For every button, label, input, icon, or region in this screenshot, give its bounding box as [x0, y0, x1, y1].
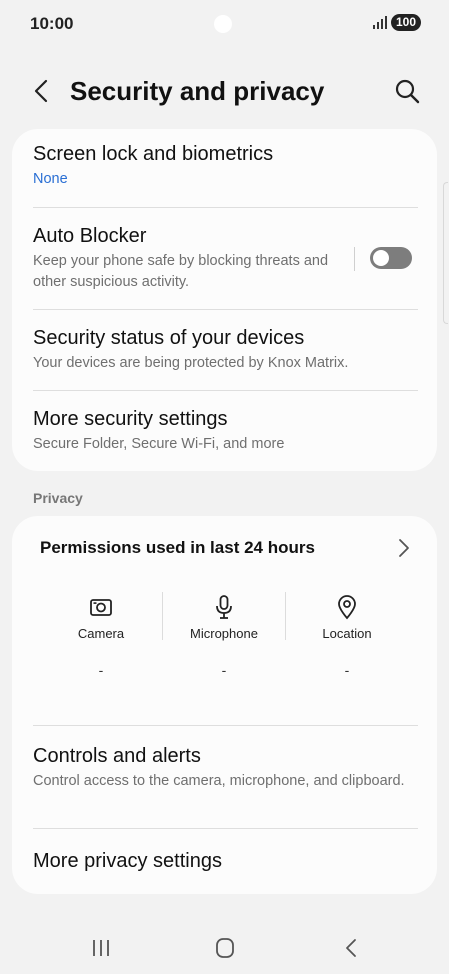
- battery-indicator: 100: [391, 14, 421, 31]
- item-title: Screen lock and biometrics: [33, 143, 274, 165]
- item-subtitle: Keep your phone safe by blocking threats…: [33, 253, 329, 290]
- auto-blocker-item[interactable]: Auto Blocker Keep your phone safe by blo…: [33, 225, 343, 293]
- location-icon: [338, 595, 356, 620]
- scrollbar[interactable]: [443, 182, 448, 324]
- permission-label: Camera: [77, 626, 125, 641]
- item-subtitle: Your devices are being protected by Knox…: [33, 355, 349, 371]
- permission-location[interactable]: Location: [287, 594, 407, 641]
- permission-value-microphone: -: [221, 662, 227, 678]
- item-title: Security status of your devices: [33, 327, 305, 349]
- app-header: Security and privacy: [0, 62, 449, 122]
- toggle-separator: [354, 247, 355, 271]
- permissions-header[interactable]: Permissions used in last 24 hours: [40, 538, 315, 558]
- item-title: Controls and alerts: [33, 745, 201, 767]
- permission-label: Location: [322, 626, 372, 641]
- permission-value-location: -: [344, 662, 350, 678]
- privacy-card: Permissions used in last 24 hours Camera…: [12, 516, 437, 894]
- status-bar: 10:00 100: [0, 0, 449, 48]
- screen-lock-item[interactable]: Screen lock and biometrics None: [33, 143, 423, 190]
- permission-camera[interactable]: Camera: [41, 594, 161, 641]
- item-subtitle: Control access to the camera, microphone…: [33, 773, 405, 789]
- camera-icon: [90, 599, 112, 616]
- home-icon[interactable]: [210, 935, 240, 961]
- back-nav-icon[interactable]: [336, 935, 366, 961]
- page-title: Security and privacy: [70, 76, 325, 106]
- permission-separator: [285, 592, 286, 640]
- item-title: More privacy settings: [33, 850, 222, 872]
- divider: [33, 207, 418, 208]
- divider: [33, 390, 418, 391]
- item-subtitle: Secure Folder, Secure Wi-Fi, and more: [33, 436, 285, 452]
- item-title: More security settings: [33, 408, 228, 430]
- microphone-icon: [216, 595, 232, 619]
- divider: [33, 725, 418, 726]
- permission-label: Microphone: [190, 626, 258, 641]
- divider: [33, 828, 418, 829]
- divider: [33, 309, 418, 310]
- chevron-right-icon[interactable]: [394, 536, 414, 560]
- signal-icon: [373, 16, 387, 29]
- navigation-bar: [0, 915, 449, 974]
- search-icon[interactable]: [392, 76, 422, 106]
- permission-value-camera: -: [98, 662, 104, 678]
- status-time: 10:00: [30, 14, 74, 33]
- item-subtitle: None: [33, 171, 68, 187]
- back-arrow-icon[interactable]: [28, 76, 58, 106]
- privacy-section-label: Privacy: [33, 490, 83, 506]
- more-privacy-settings-item[interactable]: More privacy settings: [33, 850, 423, 873]
- controls-and-alerts-item[interactable]: Controls and alerts Control access to th…: [33, 745, 423, 792]
- auto-blocker-toggle[interactable]: [370, 247, 412, 269]
- item-title: Auto Blocker: [33, 225, 147, 247]
- permission-microphone[interactable]: Microphone: [164, 594, 284, 641]
- front-camera-cutout: [214, 15, 232, 33]
- security-status-item[interactable]: Security status of your devices Your dev…: [33, 327, 423, 374]
- more-security-settings-item[interactable]: More security settings Secure Folder, Se…: [33, 408, 423, 455]
- security-card: Screen lock and biometrics None Auto Blo…: [12, 129, 437, 471]
- permission-separator: [162, 592, 163, 640]
- toggle-knob: [373, 250, 389, 266]
- recent-apps-icon[interactable]: [86, 935, 116, 961]
